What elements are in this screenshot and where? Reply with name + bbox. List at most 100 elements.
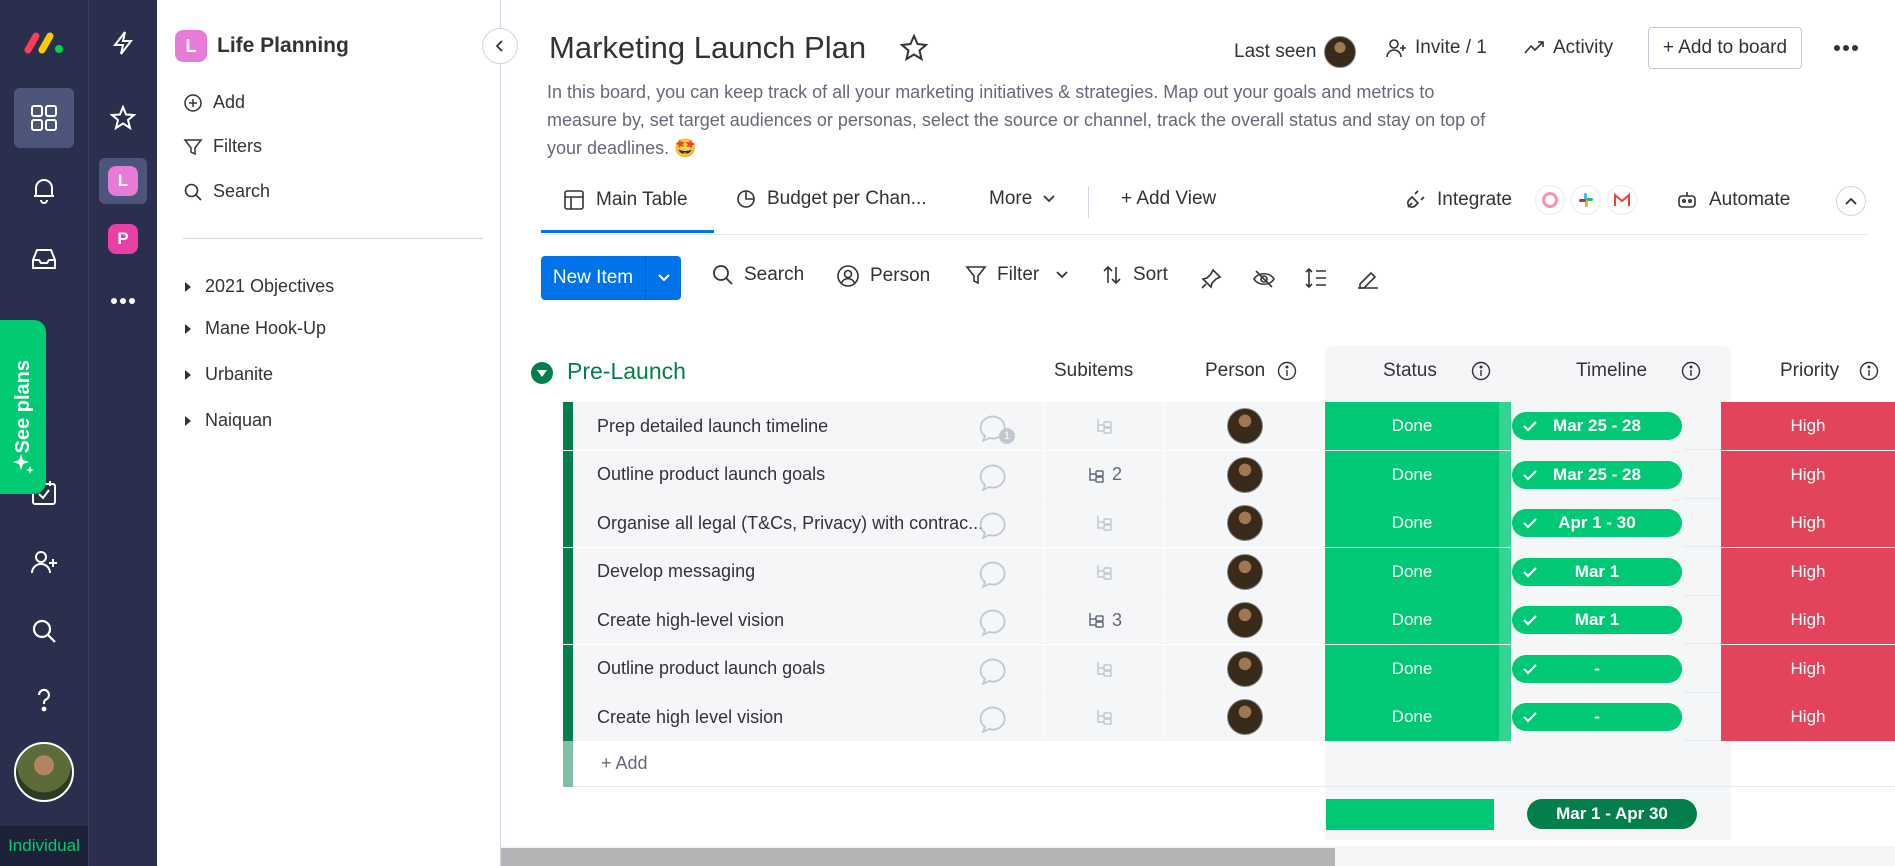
timeline-cell[interactable]: - — [1511, 693, 1683, 741]
subitems-cell[interactable] — [1044, 693, 1164, 741]
search-button[interactable]: Search — [183, 181, 270, 202]
status-cell[interactable]: Done — [1325, 450, 1499, 499]
table-row[interactable]: Outline product launch goals 2 Done Mar … — [563, 450, 1895, 499]
item-name[interactable]: Create high-level vision — [573, 596, 1043, 644]
workspaces-icon[interactable] — [14, 88, 74, 148]
workspace-p[interactable]: P — [99, 216, 147, 262]
search-icon[interactable] — [14, 601, 74, 661]
item-name[interactable]: Prep detailed launch timeline — [573, 402, 1043, 450]
board-title[interactable]: Marketing Launch Plan — [549, 30, 866, 66]
person-cell[interactable] — [1165, 402, 1324, 450]
tab-more[interactable]: More — [989, 188, 1056, 210]
item-name[interactable]: Develop messaging — [573, 547, 1043, 596]
invite-button[interactable]: Invite / 1 — [1385, 37, 1487, 59]
board-item[interactable]: Urbanite — [185, 364, 273, 385]
subitems-cell[interactable] — [1044, 499, 1164, 547]
help-icon[interactable] — [14, 670, 74, 730]
more-options-icon[interactable] — [1833, 44, 1859, 52]
priority-cell[interactable]: High — [1721, 644, 1895, 693]
person-cell[interactable] — [1165, 596, 1324, 644]
lightning-icon[interactable] — [99, 20, 147, 66]
person-cell[interactable] — [1165, 547, 1324, 596]
subitems-cell[interactable] — [1044, 402, 1164, 450]
priority-cell[interactable]: High — [1721, 596, 1895, 644]
board-item[interactable]: 2021 Objectives — [185, 276, 334, 297]
row-height-icon[interactable] — [1304, 267, 1328, 289]
activity-button[interactable]: Activity — [1523, 37, 1613, 59]
table-row[interactable]: Organise all legal (T&Cs, Privacy) with … — [563, 499, 1895, 547]
updates-button[interactable] — [979, 705, 1011, 733]
favorite-star-icon[interactable] — [899, 33, 929, 63]
updates-button[interactable] — [979, 608, 1011, 636]
priority-cell[interactable]: High — [1721, 450, 1895, 499]
integrate-button[interactable]: Integrate — [1403, 188, 1512, 212]
add-button[interactable]: Add — [183, 92, 245, 113]
table-row[interactable]: Outline product launch goals Done - High — [563, 644, 1895, 693]
sort-button[interactable]: Sort — [1101, 264, 1168, 286]
horizontal-scrollbar[interactable] — [501, 846, 1895, 866]
search-tool[interactable]: Search — [712, 264, 804, 286]
table-row[interactable]: Create high-level vision 3 Done Mar 1 Hi… — [563, 596, 1895, 644]
tab-budget[interactable]: Budget per Chan... — [735, 188, 927, 210]
column-header-person[interactable]: Person — [1205, 360, 1297, 382]
automate-button[interactable]: Automate — [1675, 188, 1790, 212]
updates-button[interactable] — [979, 657, 1011, 685]
group-collapse-icon[interactable] — [531, 362, 553, 384]
timeline-cell[interactable]: Apr 1 - 30 — [1511, 499, 1683, 547]
priority-cell[interactable]: High — [1721, 693, 1895, 741]
pin-icon[interactable] — [1200, 268, 1222, 290]
subitems-cell[interactable] — [1044, 547, 1164, 596]
item-name[interactable]: Create high level vision — [573, 693, 1043, 741]
status-cell[interactable]: Done — [1325, 596, 1499, 644]
add-view-button[interactable]: + Add View — [1121, 188, 1216, 210]
table-row[interactable]: Prep detailed launch timeline 1 Done Mar… — [563, 402, 1895, 450]
status-cell[interactable]: Done — [1325, 499, 1499, 547]
info-icon[interactable] — [1277, 361, 1297, 381]
subitems-cell[interactable]: 3 — [1044, 596, 1164, 644]
add-item-row[interactable]: + Add — [563, 741, 1895, 787]
item-name[interactable]: Outline product launch goals — [573, 450, 1043, 499]
updates-button[interactable] — [979, 560, 1011, 588]
filters-button[interactable]: Filters — [183, 136, 262, 157]
workspace-life-planning[interactable]: L — [99, 158, 147, 204]
board-item[interactable]: Naiquan — [185, 410, 272, 431]
info-icon[interactable] — [1681, 361, 1701, 381]
monday-logo-icon[interactable] — [14, 12, 74, 72]
favorites-star-icon[interactable] — [99, 95, 147, 141]
timeline-cell[interactable]: Mar 1 — [1511, 547, 1683, 596]
color-edit-icon[interactable] — [1356, 267, 1380, 289]
notifications-icon[interactable] — [14, 160, 74, 220]
updates-button[interactable] — [979, 463, 1011, 491]
priority-cell[interactable]: High — [1721, 402, 1895, 450]
hide-icon[interactable] — [1252, 268, 1276, 290]
item-name[interactable]: Outline product launch goals — [573, 644, 1043, 693]
status-cell[interactable]: Done — [1325, 547, 1499, 596]
status-cell[interactable]: Done — [1325, 644, 1499, 693]
invite-members-icon[interactable] — [14, 532, 74, 592]
info-icon[interactable] — [1471, 361, 1491, 381]
person-cell[interactable] — [1165, 693, 1324, 741]
add-to-board-button[interactable]: + Add to board — [1648, 27, 1802, 69]
person-cell[interactable] — [1165, 499, 1324, 547]
filter-button[interactable]: Filter — [965, 264, 1069, 286]
table-row[interactable]: Develop messaging Done Mar 1 High — [563, 547, 1895, 596]
column-header-priority[interactable]: Priority — [1780, 360, 1879, 382]
priority-cell[interactable]: High — [1721, 499, 1895, 547]
integration-apps[interactable] — [1535, 185, 1637, 215]
updates-button[interactable]: 1 — [979, 414, 1015, 444]
user-avatar[interactable] — [14, 742, 74, 802]
subitems-cell[interactable] — [1044, 644, 1164, 693]
board-item[interactable]: Mane Hook-Up — [185, 318, 326, 339]
last-seen[interactable]: Last seen — [1234, 36, 1357, 68]
collapse-header-button[interactable] — [1836, 186, 1866, 216]
info-icon[interactable] — [1859, 361, 1879, 381]
more-dots-icon[interactable] — [99, 278, 147, 324]
new-item-button[interactable]: New Item — [541, 256, 681, 300]
timeline-cell[interactable]: Mar 25 - 28 — [1511, 402, 1683, 450]
chevron-down-icon[interactable] — [1055, 270, 1069, 280]
column-header-status[interactable]: Status — [1383, 360, 1491, 382]
person-cell[interactable] — [1165, 644, 1324, 693]
person-filter[interactable]: Person — [836, 264, 930, 288]
timeline-cell[interactable]: - — [1511, 644, 1683, 693]
status-summary-bar[interactable] — [1326, 799, 1494, 830]
